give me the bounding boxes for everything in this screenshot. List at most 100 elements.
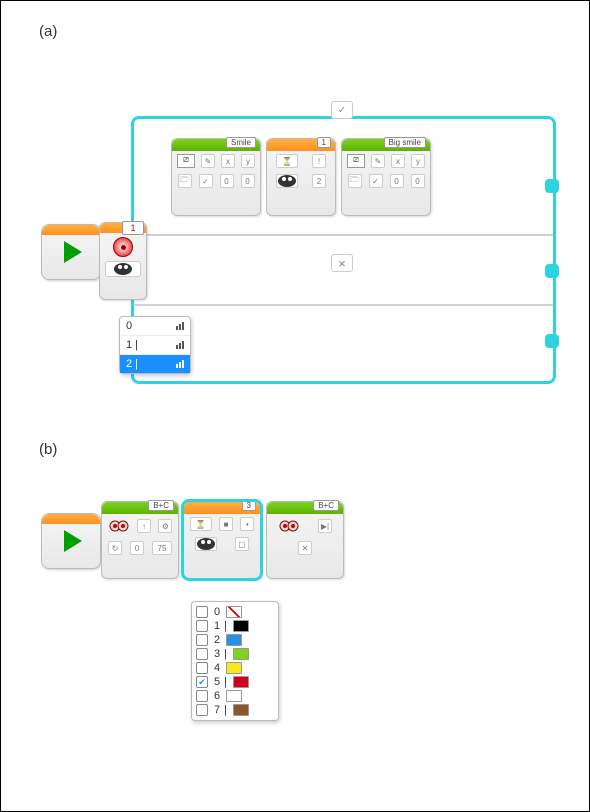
option-label: 7 [214, 704, 220, 716]
block-title[interactable]: 3 [242, 500, 256, 511]
motor-icon [108, 517, 130, 535]
dropdown-option[interactable]: 6 [196, 690, 274, 702]
touch-state-dropdown[interactable]: 0 1 | 2 | [119, 316, 191, 374]
color-swatch [226, 634, 242, 646]
play-icon [64, 241, 82, 263]
dropdown-option[interactable]: 0 [196, 606, 274, 618]
eye-icon [197, 538, 215, 550]
block-title[interactable]: Smile [226, 137, 256, 148]
color-select-dropdown[interactable]: 0 1| 2 3| 4 ✔5| 6 7| [191, 601, 279, 721]
figure-label-a: (a) [39, 23, 57, 40]
sequence-end [545, 179, 559, 193]
color-swatch [226, 662, 242, 674]
param-cell[interactable]: 🗁 [178, 174, 192, 188]
param-cell[interactable]: x [221, 154, 235, 168]
param-cell[interactable]: ✕ [298, 541, 312, 555]
program-b: B+C ↑ ⚙ ↻ 0 75 3 ⏳ ■ • ▢ B+C ▶| ✕ [41, 491, 561, 791]
dropdown-option-selected[interactable]: ✔5| [196, 676, 274, 688]
checkbox[interactable] [196, 620, 208, 632]
param-cell[interactable]: ⚙ [158, 519, 172, 533]
param-cell[interactable]: ✓ [199, 174, 213, 188]
block-title[interactable]: B+C [313, 500, 339, 511]
play-icon [64, 530, 82, 552]
param-cell[interactable]: ■ [219, 517, 233, 531]
param-cell[interactable]: ↑ [137, 519, 151, 533]
dropdown-option[interactable]: 1| [196, 620, 274, 632]
param-cell[interactable]: ✎ [201, 154, 215, 168]
port-label[interactable]: 1 [122, 221, 144, 235]
param-cell[interactable]: 0 [220, 174, 234, 188]
move-steering-block[interactable]: B+C ↑ ⚙ ↻ 0 75 [101, 501, 179, 579]
dropdown-option[interactable]: 0 [120, 317, 190, 336]
move-stop-block[interactable]: B+C ▶| ✕ [266, 501, 344, 579]
checkbox[interactable] [196, 704, 208, 716]
param-cell[interactable]: 🗁 [348, 174, 362, 188]
motor-icon [278, 517, 300, 535]
lane-separator [134, 304, 553, 306]
switch-false-tab[interactable] [331, 254, 353, 272]
start-block[interactable] [41, 513, 101, 569]
param-cell[interactable]: ↻ [108, 541, 122, 555]
option-label: 4 [214, 662, 220, 674]
start-block[interactable] [41, 224, 101, 280]
dropdown-option[interactable]: 1 | [120, 336, 190, 355]
checkbox[interactable] [196, 606, 208, 618]
block-title[interactable]: 1 [317, 137, 331, 148]
param-cell[interactable]: ▶| [318, 519, 332, 533]
color-swatch [226, 690, 242, 702]
checkbox[interactable] [196, 648, 208, 660]
released-icon [176, 322, 184, 330]
checkbox[interactable] [196, 634, 208, 646]
dropdown-option[interactable]: 7| [196, 704, 274, 716]
wait-color-block[interactable]: 3 ⏳ ■ • ▢ [183, 501, 261, 579]
mode-cell[interactable] [195, 537, 217, 551]
dropdown-option[interactable]: 3| [196, 648, 274, 660]
checkbox[interactable] [196, 690, 208, 702]
mode-cell[interactable] [276, 174, 298, 188]
touch-sensor-icon [113, 237, 133, 257]
dropdown-option[interactable]: 2 [196, 634, 274, 646]
option-label: 2 | [126, 358, 138, 370]
option-label: 0 [126, 320, 132, 332]
touch-sensor-switch-block[interactable]: 1 [99, 222, 147, 300]
display-block[interactable]: Big smile ⎚ ✎ x y 🗁 ✓ 0 0 [341, 138, 431, 216]
block-title[interactable]: B+C [148, 500, 174, 511]
param-cell[interactable]: x [391, 154, 405, 168]
color-swatch [233, 704, 249, 716]
param-cell[interactable]: 0 [130, 541, 144, 555]
sensor-mode-cell[interactable] [105, 261, 141, 277]
param-cell[interactable]: 0 [241, 174, 255, 188]
checkbox[interactable] [196, 662, 208, 674]
lcd-icon: ⎚ [347, 154, 365, 168]
figure-label-b: (b) [39, 441, 57, 458]
bumped-icon [176, 360, 184, 368]
option-label: 0 [214, 606, 220, 618]
display-block[interactable]: Smile ⎚ ✎ x y 🗁 ✓ 0 0 [171, 138, 261, 216]
param-cell[interactable]: 0 [411, 174, 425, 188]
param-cell[interactable]: 2 [312, 174, 326, 188]
param-cell[interactable]: y [241, 154, 255, 168]
hourglass-icon: ⏳ [190, 517, 212, 531]
color-swatch [233, 676, 249, 688]
wait-block[interactable]: 1 ⏳ ! 2 [266, 138, 336, 216]
option-label: 1 | [126, 339, 138, 351]
param-cell[interactable]: ✓ [369, 174, 383, 188]
dropdown-option[interactable]: 4 [196, 662, 274, 674]
dropdown-option-selected[interactable]: 2 | [120, 355, 190, 373]
checkbox-checked[interactable]: ✔ [196, 676, 208, 688]
param-cell[interactable]: ! [312, 154, 326, 168]
param-cell[interactable]: 0 [390, 174, 404, 188]
switch-true-tab[interactable] [331, 101, 353, 119]
eye-icon [114, 263, 132, 275]
eye-icon [278, 175, 296, 187]
lcd-icon: ⎚ [177, 154, 195, 168]
param-cell[interactable]: 75 [152, 541, 172, 555]
param-cell[interactable]: • [240, 517, 254, 531]
program-a: 1 0 1 | 2 | Smile ⎚ ✎ x y 🗁 ✓ [41, 116, 561, 406]
param-cell[interactable]: ▢ [235, 537, 249, 551]
sequence-end [545, 334, 559, 348]
lane-separator [134, 234, 553, 236]
param-cell[interactable]: ✎ [371, 154, 385, 168]
param-cell[interactable]: y [411, 154, 425, 168]
block-title[interactable]: Big smile [384, 137, 426, 148]
